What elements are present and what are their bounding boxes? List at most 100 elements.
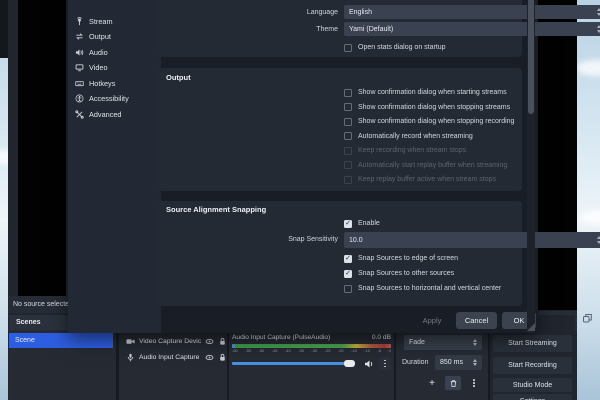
source-label: Audio Input Capture ( <box>139 353 201 361</box>
checkbox-label: Open stats dialog on startup <box>358 44 446 51</box>
sidebar-item-output[interactable]: Output <box>70 29 159 45</box>
mixer-source-name: Audio Input Capture (PulseAudio) <box>232 334 331 341</box>
output-icon <box>75 32 84 41</box>
snap-sensitivity-spinbox[interactable]: 10.0 <box>344 232 600 248</box>
add-transition-button[interactable]: + <box>424 376 440 390</box>
snapping-checkbox-row[interactable]: Snap Sources to edge of screen <box>344 254 458 263</box>
mixer-level-value: 0.0 dB <box>371 334 391 341</box>
theme-select[interactable]: Yami (Default) <box>344 22 600 36</box>
start-streaming-button[interactable]: Start Streaming <box>493 335 572 352</box>
checkbox-label: Snap Sources to edge of screen <box>358 255 459 262</box>
transition-select[interactable]: Fade <box>404 335 482 350</box>
checkbox[interactable] <box>344 88 352 97</box>
studio-mode-label: Studio Mode <box>512 381 553 389</box>
chevron-updown-icon <box>473 338 477 347</box>
snapping-checkbox-row[interactable]: Snap Sources to horizontal and vertical … <box>344 284 501 293</box>
snapping-checkbox-row[interactable]: Snap Sources to other sources <box>344 269 454 278</box>
volume-slider[interactable] <box>232 359 359 367</box>
status-text-label: No source selected <box>13 301 73 308</box>
checkbox[interactable] <box>344 43 352 52</box>
scenes-dock-title: Scenes <box>16 319 41 326</box>
checkbox[interactable] <box>344 117 352 126</box>
snapping-section: Source Alignment Snapping Enable Snap Se… <box>158 201 600 306</box>
checkbox[interactable] <box>344 254 352 263</box>
sidebar-item-label: Advanced <box>89 109 122 119</box>
antenna-icon <box>75 17 84 26</box>
trash-icon <box>449 379 458 388</box>
checkbox[interactable] <box>344 103 352 111</box>
resize-grip[interactable] <box>527 323 535 331</box>
source-row-video[interactable]: Video Capture Device <box>119 333 227 349</box>
checkbox[interactable] <box>344 284 352 293</box>
eye-icon[interactable] <box>205 337 214 346</box>
checkbox[interactable] <box>344 146 352 155</box>
theme-label: Theme <box>316 25 338 33</box>
mixer-options-button[interactable] <box>379 357 391 370</box>
source-row-audio[interactable]: Audio Input Capture ( <box>119 349 227 365</box>
sidebar-item-stream[interactable]: Stream <box>70 14 159 30</box>
settings-sidebar: General Stream Output <box>68 0 161 333</box>
volume-slider-handle[interactable] <box>343 359 355 367</box>
background-window-corner <box>0 0 8 58</box>
eye-icon[interactable] <box>205 353 214 362</box>
checkbox-label: Keep recording when stream stops <box>358 147 467 154</box>
output-checkbox-row[interactable]: Automatically record when streaming <box>344 132 473 141</box>
dialog-scrollbar-thumb[interactable] <box>528 0 534 114</box>
monitor-icon <box>75 63 84 72</box>
snapping-enable-row[interactable]: Enable <box>344 219 380 228</box>
window-restore-icon[interactable] <box>582 313 593 324</box>
start-recording-button[interactable]: Start Recording <box>493 357 572 374</box>
output-checkbox-row[interactable]: Keep replay buffer active when stream st… <box>344 175 496 184</box>
sidebar-item-hotkeys[interactable]: Hotkeys <box>70 76 159 92</box>
open-stats-checkbox-row[interactable]: Open stats dialog on startup <box>344 43 446 52</box>
output-checkbox-row[interactable]: Automatically start replay buffer when s… <box>344 161 507 170</box>
checkbox[interactable] <box>344 161 352 169</box>
remove-transition-button[interactable] <box>445 376 461 390</box>
sidebar-item-label: Video <box>89 63 108 73</box>
meter-peak-cap <box>232 344 235 348</box>
sidebar-item-label: Accessibility <box>89 94 129 104</box>
speaker-icon[interactable] <box>364 359 374 369</box>
scene-list-item[interactable]: Scene <box>9 333 113 348</box>
output-checkbox-row[interactable]: Show confirmation dialog when stopping r… <box>344 117 514 126</box>
language-select[interactable]: English <box>344 5 600 19</box>
cloud <box>576 60 600 76</box>
speaker-icon <box>75 48 84 57</box>
output-section: Output Show confirmation dialog when sta… <box>158 68 522 191</box>
checkbox-label: Snap Sources to horizontal and vertical … <box>358 285 502 292</box>
sidebar-item-video[interactable]: Video <box>70 60 159 76</box>
studio-mode-button[interactable]: Studio Mode <box>493 378 572 392</box>
apply-button[interactable]: Apply <box>413 312 451 329</box>
output-checkbox-row[interactable]: Show confirmation dialog when stopping s… <box>344 103 510 112</box>
checkbox-label: Show confirmation dialog when starting s… <box>358 89 507 96</box>
lock-icon[interactable] <box>218 337 227 346</box>
sidebar-item-audio[interactable]: Audio <box>70 45 159 61</box>
theme-value: Yami (Default) <box>349 25 394 33</box>
sidebar-item-advanced[interactable]: Advanced <box>70 107 159 123</box>
output-checkbox-row[interactable]: Keep recording when stream stops <box>344 146 466 155</box>
checkbox[interactable] <box>344 175 352 184</box>
checkbox-label: Snap Sources to other sources <box>358 270 455 277</box>
checkbox-label: Keep replay buffer active when stream st… <box>358 176 497 183</box>
language-value: English <box>349 8 372 16</box>
checkbox[interactable] <box>344 269 352 278</box>
preview-area-left <box>18 0 66 296</box>
sidebar-item-label: Output <box>89 32 111 42</box>
start-recording-label: Start Recording <box>508 362 557 369</box>
keyboard-icon <box>75 79 84 88</box>
sidebar-item-label: Stream <box>89 16 113 26</box>
cancel-button[interactable]: Cancel <box>456 312 497 329</box>
checkbox[interactable] <box>344 132 352 140</box>
duration-spinbox[interactable]: 850 ms <box>435 355 482 370</box>
lock-icon[interactable] <box>218 353 227 362</box>
settings-button[interactable]: Settings <box>493 394 572 400</box>
camera-icon <box>126 337 135 346</box>
sidebar-item-accessibility[interactable]: Accessibility <box>70 91 159 107</box>
checkbox-label: Automatically start replay buffer when s… <box>358 161 508 169</box>
dialog-scrollbar[interactable] <box>527 0 535 333</box>
meter-tick-labels: -60 -55 -50 -45 -40 -35 -30 -25 -20 -15 -10 -5 0 <box>232 348 391 353</box>
transition-options-button[interactable] <box>466 376 482 390</box>
transition-value: Fade <box>409 339 425 346</box>
checkbox[interactable] <box>344 219 352 228</box>
output-checkbox-row[interactable]: Show confirmation dialog when starting s… <box>344 88 507 97</box>
